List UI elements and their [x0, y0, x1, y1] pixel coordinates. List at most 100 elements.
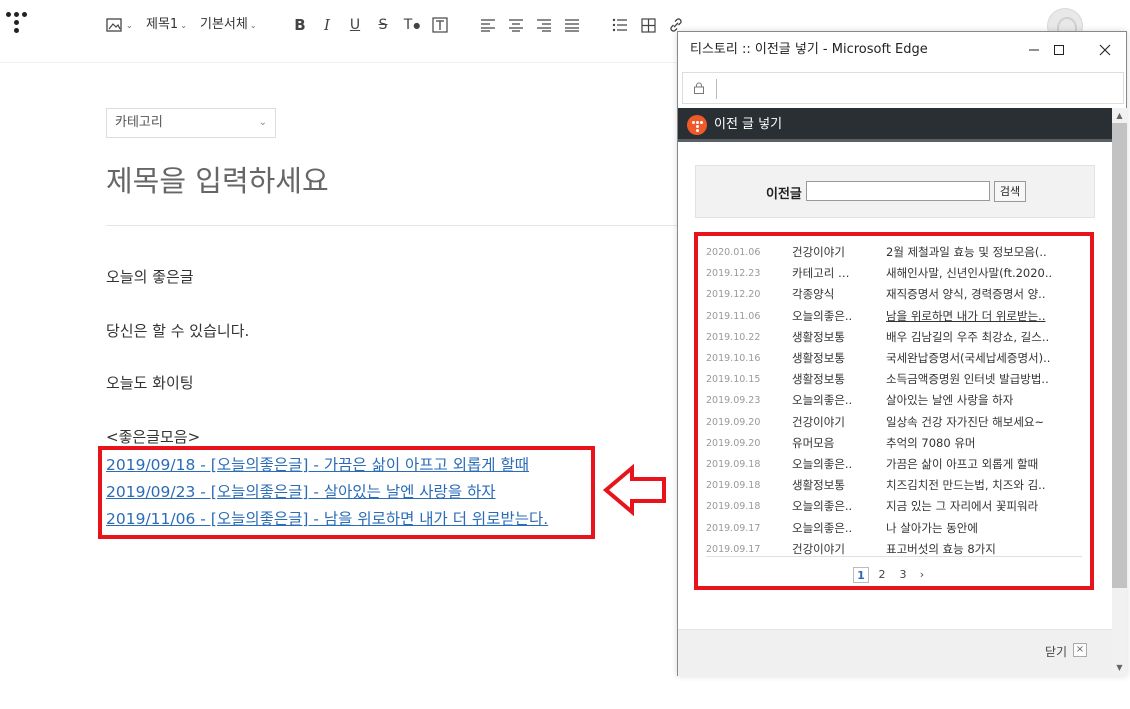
scroll-up-icon[interactable]: ▲: [1112, 108, 1127, 123]
close-button-label[interactable]: 닫기: [1045, 643, 1067, 660]
post-title[interactable]: 재직증명서 양식, 경력증명서 양..: [886, 284, 1071, 305]
post-title-input[interactable]: 제목을 입력하세요: [106, 158, 329, 200]
post-date: 2019.09.18: [706, 501, 761, 513]
post-title[interactable]: 남을 위로하면 내가 더 위로받는..: [886, 306, 1071, 327]
close-icon[interactable]: [1082, 32, 1128, 68]
page-1[interactable]: 1: [853, 567, 869, 583]
list-item[interactable]: 2019.09.23 오늘의좋은.. 살아있는 날엔 사랑을 하자: [706, 390, 1086, 411]
tistory-logo-icon[interactable]: [6, 12, 28, 38]
post-date: 2019.09.18: [706, 480, 761, 492]
post-category: 건강이야기: [792, 245, 845, 259]
paragraph[interactable]: 오늘의 좋은글: [106, 266, 194, 287]
address-bar[interactable]: [682, 72, 1124, 104]
post-title[interactable]: 소득금액증명원 인터넷 발급방법..: [886, 369, 1071, 390]
font-select[interactable]: 기본서체 ⌄: [200, 14, 257, 36]
post-category: 카테고리 …: [792, 266, 850, 281]
list-item[interactable]: 2019.10.16 생활정보통 국세완납증명서(국세납세증명서)..: [706, 348, 1086, 369]
post-date: 2019.09.18: [706, 459, 761, 470]
bullet-list-icon[interactable]: [610, 15, 630, 35]
post-title[interactable]: 지금 있는 그 자리에서 꽃피워라: [886, 496, 1071, 517]
chevron-down-icon: ⌄: [249, 21, 257, 30]
search-label: 이전글: [766, 187, 802, 202]
search-button[interactable]: 검색: [994, 181, 1026, 202]
post-category: 생활정보통: [792, 351, 845, 365]
list-item[interactable]: 2019.12.20 각종양식 재직증명서 양식, 경력증명서 양..: [706, 284, 1086, 305]
list-item[interactable]: 2019.09.17 오늘의좋은.. 나 살아가는 동안에: [706, 518, 1086, 539]
close-icon[interactable]: ×: [1073, 643, 1087, 657]
italic-icon[interactable]: I: [317, 15, 337, 35]
list-item[interactable]: 2019.12.23 카테고리 … 새해인사말, 신년인사말(ft.2020..: [706, 263, 1086, 284]
post-category: 생활정보통: [792, 329, 845, 344]
address-divider: [716, 79, 717, 99]
scroll-down-icon[interactable]: ▼: [1112, 660, 1127, 675]
table-icon[interactable]: [638, 15, 658, 35]
tistory-logo-icon: [687, 115, 707, 135]
list-item[interactable]: 2019.11.06 오늘의좋은.. 남을 위로하면 내가 더 위로받는..: [706, 306, 1086, 327]
next-page-icon[interactable]: ›: [914, 567, 930, 583]
post-title[interactable]: 일상속 건강 자가진단 해보세요~: [886, 412, 1071, 433]
heading-select[interactable]: 제목1 ⌄: [146, 14, 187, 36]
lock-icon: [694, 82, 704, 94]
post-list: 2020.01.06 건강이야기 2월 제철과일 효능 및 정보모음(.. 2019.…: [694, 232, 1094, 590]
align-center-icon[interactable]: [506, 15, 526, 35]
popup-footer: 닫기 ×: [678, 629, 1112, 676]
list-item[interactable]: 2019.09.18 오늘의좋은.. 가끔은 삶이 아프고 외롭게 할때: [706, 454, 1086, 475]
paragraph[interactable]: 당신은 할 수 있습니다.: [106, 320, 249, 341]
post-date: 2019.09.20: [706, 437, 761, 449]
post-category: 오늘의좋은..: [792, 520, 853, 535]
list-item[interactable]: 2019.09.20 건강이야기 일상속 건강 자가진단 해보세요~: [706, 412, 1086, 433]
post-date: 2019.09.23: [706, 395, 761, 407]
list-item[interactable]: 2019.09.20 유머모음 추억의 7080 유머: [706, 433, 1086, 454]
post-date: 2019.11.06: [706, 310, 761, 322]
font-select-label: 기본서체: [200, 17, 248, 32]
paragraph[interactable]: <좋은글모음>: [106, 426, 200, 447]
search-input[interactable]: [806, 181, 990, 201]
popup-window: 티스토리 :: 이전글 넣기 - Microsoft Edge 이전 글 넣기 …: [677, 31, 1127, 676]
post-title[interactable]: 나 살아가는 동안에: [886, 518, 1071, 539]
list-item[interactable]: 2019.10.15 생활정보통 소득금액증명원 인터넷 발급방법..: [706, 369, 1086, 390]
scrollbar-thumb[interactable]: [1112, 123, 1127, 588]
underline-icon[interactable]: U: [345, 15, 365, 35]
post-category: 오늘의좋은..: [792, 499, 853, 514]
align-right-icon[interactable]: [534, 15, 554, 35]
post-date: 2019.12.20: [706, 289, 761, 301]
popup-header-title: 이전 글 넣기: [714, 117, 783, 132]
post-title[interactable]: 새해인사말, 신년인사말(ft.2020..: [886, 263, 1071, 284]
post-date: 2019.10.22: [706, 331, 761, 343]
text-background-icon[interactable]: [430, 15, 450, 35]
post-title[interactable]: 치즈김치전 만드는법, 치즈와 김..: [886, 475, 1071, 496]
align-justify-icon[interactable]: [562, 15, 582, 35]
post-title[interactable]: 살아있는 날엔 사랑을 하자: [886, 390, 1071, 411]
list-item[interactable]: 2020.01.06 건강이야기 2월 제철과일 효능 및 정보모음(..: [706, 242, 1086, 263]
category-select[interactable]: 카테고리 ⌄: [106, 108, 276, 138]
align-left-icon[interactable]: [478, 15, 498, 35]
list-item[interactable]: 2019.09.18 생활정보통 치즈김치전 만드는법, 치즈와 김..: [706, 475, 1086, 496]
post-title[interactable]: 2월 제철과일 효능 및 정보모음(..: [886, 242, 1071, 263]
category-select-label: 카테고리: [115, 115, 163, 130]
post-title[interactable]: 국세완납증명서(국세납세증명서)..: [886, 348, 1071, 369]
post-date: 2019.12.23: [706, 268, 761, 280]
post-title[interactable]: 추억의 7080 유머: [886, 433, 1071, 454]
post-date: 2019.09.20: [706, 416, 761, 428]
bold-icon[interactable]: B: [290, 15, 310, 35]
post-date: 2019.09.17: [706, 522, 761, 534]
title-divider: [106, 225, 680, 226]
post-category: 유머모음: [792, 435, 835, 450]
post-category: 생활정보통: [792, 372, 845, 387]
page-2[interactable]: 2: [874, 567, 890, 583]
text-color-icon[interactable]: T ●: [402, 15, 422, 35]
heading-select-label: 제목1: [146, 17, 179, 32]
paragraph[interactable]: 오늘도 화이팅: [106, 372, 194, 393]
strikethrough-icon[interactable]: S: [373, 15, 393, 35]
list-divider: [706, 556, 1082, 557]
post-title[interactable]: 배우 김남길의 우주 최강쇼, 길스..: [886, 327, 1071, 348]
post-category: 오늘의좋은..: [792, 393, 853, 408]
maximize-icon[interactable]: [1036, 32, 1082, 68]
list-item[interactable]: 2019.09.18 오늘의좋은.. 지금 있는 그 자리에서 꽃피워라: [706, 496, 1086, 517]
list-item[interactable]: 2019.10.22 생활정보통 배우 김남길의 우주 최강쇼, 길스..: [706, 327, 1086, 348]
chevron-down-icon: ⌄: [126, 21, 133, 30]
post-category: 건강이야기: [792, 414, 845, 429]
page-3[interactable]: 3: [895, 567, 911, 583]
post-title[interactable]: 가끔은 삶이 아프고 외롭게 할때: [886, 454, 1071, 475]
image-insert-icon[interactable]: [104, 15, 124, 35]
